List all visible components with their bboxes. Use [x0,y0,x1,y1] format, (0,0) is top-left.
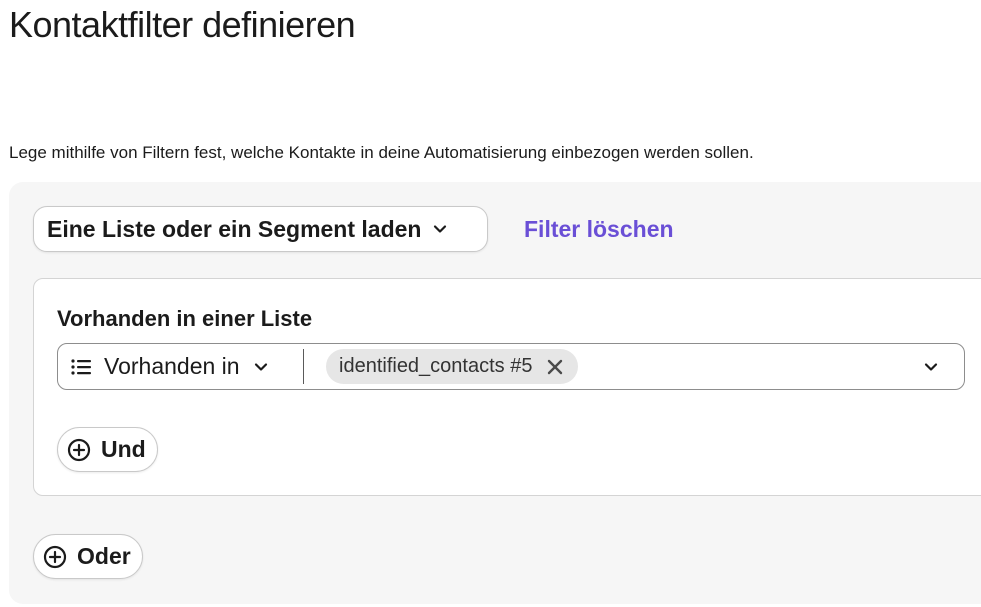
filter-group-card: Vorhanden in einer Liste Vorhanden in id… [33,278,981,496]
and-button-label: Und [101,436,146,462]
value-tag: identified_contacts #5 [326,349,579,384]
value-tag-label: identified_contacts #5 [339,355,533,377]
divider [303,349,304,384]
page-description: Lege mithilfe von Filtern fest, welche K… [9,143,754,162]
load-list-or-segment-dropdown[interactable]: Eine Liste oder ein Segment laden [33,206,488,252]
plus-circle-icon [67,438,91,461]
close-icon [548,359,563,374]
filter-panel: Eine Liste oder ein Segment laden Filter… [9,182,981,604]
chevron-down-icon [254,362,267,371]
condition-row: Vorhanden in identified_contacts #5 [57,343,965,390]
load-dropdown-label: Eine Liste oder ein Segment laden [47,215,422,242]
operator-label: Vorhanden in [104,353,240,379]
chevron-down-icon [924,363,938,371]
list-icon [71,358,91,375]
filter-group-title: Vorhanden in einer Liste [57,306,313,331]
chevron-down-icon [434,225,447,233]
plus-circle-icon [43,545,67,568]
operator-select[interactable]: Vorhanden in [70,344,270,389]
add-and-condition-button[interactable]: Und [57,427,158,472]
page-title: Kontaktfilter definieren [9,4,356,45]
or-button-label: Oder [77,543,131,569]
clear-filter-link[interactable]: Filter löschen [524,215,674,243]
add-or-group-button[interactable]: Oder [33,534,143,579]
value-select-toggle[interactable] [922,358,940,381]
remove-tag-button[interactable] [546,358,564,376]
